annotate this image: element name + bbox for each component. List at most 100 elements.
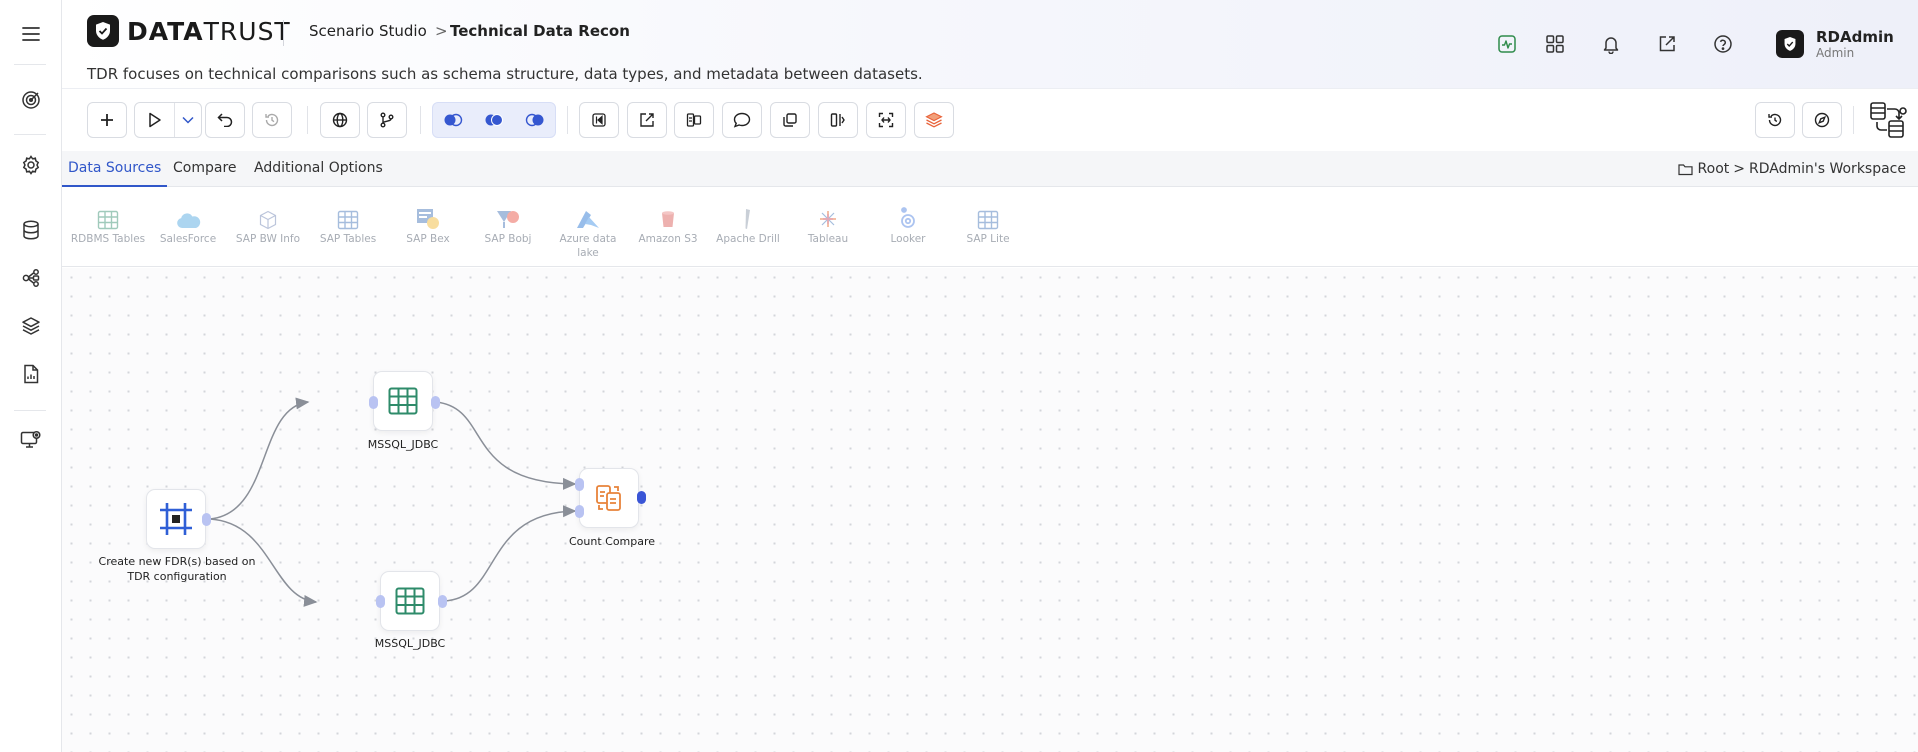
breadcrumb-parent[interactable]: Scenario Studio — [309, 22, 427, 40]
node-mssql-bottom[interactable] — [380, 571, 440, 631]
table-icon — [70, 204, 146, 230]
toolbar — [62, 89, 1918, 151]
tab-compare[interactable]: Compare — [167, 151, 243, 187]
rail-divider — [14, 64, 46, 65]
stack-layers-button[interactable] — [914, 102, 954, 138]
port-out[interactable] — [637, 491, 646, 504]
bobj-icon — [470, 204, 546, 230]
tab-additional-options[interactable]: Additional Options — [248, 151, 389, 187]
copy-button[interactable] — [770, 102, 810, 138]
header-divider — [283, 20, 284, 46]
node-label-mssql-top: MSSQL_JDBC — [367, 438, 439, 451]
toolbar-divider — [1853, 106, 1854, 134]
palette-rdbms-tables[interactable]: RDBMS Tables — [70, 204, 146, 246]
palette-amazon-s3[interactable]: Amazon S3 — [630, 204, 706, 246]
shield-logo-icon — [87, 15, 119, 47]
port-out[interactable] — [202, 513, 211, 526]
node-fdr-source[interactable] — [146, 489, 206, 549]
user-menu[interactable]: RDAdmin Admin — [1776, 28, 1894, 60]
rail-divider — [14, 410, 46, 411]
menu-icon[interactable] — [16, 19, 46, 49]
port-in[interactable] — [369, 396, 378, 409]
palette-sap-lite[interactable]: SAP Lite — [950, 204, 1026, 246]
apps-grid-icon[interactable] — [1541, 30, 1569, 58]
toolbar-divider — [567, 106, 568, 134]
external-link-icon[interactable] — [1653, 30, 1681, 58]
compass-button[interactable] — [1802, 102, 1842, 138]
cloud-icon — [150, 204, 226, 230]
monitor-cog-icon[interactable] — [16, 425, 46, 455]
datatrust-logo[interactable]: DATATRUST — [87, 15, 291, 47]
branch-button[interactable] — [367, 102, 407, 138]
palette-looker[interactable]: Looker — [870, 204, 946, 246]
workspace-breadcrumb[interactable]: Root > RDAdmin's Workspace — [1677, 151, 1906, 187]
port-in[interactable] — [376, 595, 385, 608]
report-file-icon[interactable] — [16, 359, 46, 389]
drill-icon — [710, 204, 786, 230]
bell-icon[interactable] — [1597, 30, 1625, 58]
history-button[interactable] — [252, 102, 292, 138]
add-button[interactable] — [87, 102, 127, 138]
join-inner-icon[interactable] — [474, 103, 515, 137]
breadcrumb-current: Technical Data Recon — [450, 22, 630, 40]
breadcrumb-separator: > — [435, 22, 448, 40]
node-label-fdr-source: Create new FDR(s) based on TDR configura… — [98, 555, 256, 583]
looker-icon — [870, 204, 946, 230]
globe-button[interactable] — [320, 102, 360, 138]
palette-azure-data-lake[interactable]: Azure data lake — [550, 204, 626, 260]
database-compare-icon[interactable] — [1868, 100, 1908, 140]
edge-source-to-top — [209, 397, 310, 520]
join-right-icon[interactable] — [514, 103, 555, 137]
workflow-edges — [209, 397, 577, 607]
left-rail — [0, 0, 62, 752]
palette-apache-drill[interactable]: Apache Drill — [710, 204, 786, 246]
comment-button[interactable] — [722, 102, 762, 138]
palette-sap-bobj[interactable]: SAP Bobj — [470, 204, 546, 246]
palette-salesforce[interactable]: SalesForce — [150, 204, 226, 246]
restore-button[interactable] — [1755, 102, 1795, 138]
palette-sap-bw-info[interactable]: SAP BW Info — [230, 204, 306, 246]
frame-grid-icon — [160, 503, 192, 535]
s3-icon — [630, 204, 706, 230]
settings-icon[interactable] — [16, 150, 46, 180]
undo-button[interactable] — [205, 102, 245, 138]
database-icon[interactable] — [16, 215, 46, 245]
run-button[interactable] — [135, 103, 175, 137]
chevron-down-icon[interactable] — [175, 103, 201, 137]
palette-sap-bex[interactable]: SAP Bex — [390, 204, 466, 246]
workspace-root[interactable]: Root — [1698, 152, 1730, 186]
user-name: RDAdmin — [1816, 28, 1894, 46]
rail-divider — [14, 134, 46, 135]
logo-text: DATATRUST — [127, 16, 291, 46]
palette-sap-tables[interactable]: SAP Tables — [310, 204, 386, 246]
help-icon[interactable] — [1709, 30, 1737, 58]
app-header: DATATRUST Scenario Studio > Technical Da… — [62, 0, 1918, 89]
workspace-name[interactable]: RDAdmin's Workspace — [1749, 152, 1906, 186]
scan-button[interactable] — [866, 102, 906, 138]
layers-icon[interactable] — [16, 311, 46, 341]
page-description: TDR focuses on technical comparisons suc… — [87, 65, 923, 83]
swap-button[interactable] — [674, 102, 714, 138]
node-count-compare[interactable] — [579, 468, 639, 528]
port-out[interactable] — [431, 396, 440, 409]
graph-nodes-icon[interactable] — [16, 263, 46, 293]
workflow-canvas[interactable]: Create new FDR(s) based on TDR configura… — [62, 268, 1918, 752]
compare-columns-button[interactable] — [818, 102, 858, 138]
join-left-icon[interactable] — [433, 103, 474, 137]
tab-data-sources[interactable]: Data Sources — [62, 151, 168, 187]
port-in[interactable] — [575, 505, 584, 518]
first-button[interactable] — [579, 102, 619, 138]
data-source-palette: RDBMS Tables SalesForce SAP BW Info SAP … — [62, 188, 1918, 267]
join-type-group — [432, 102, 556, 138]
activity-icon[interactable] — [1493, 30, 1521, 58]
target-icon[interactable] — [16, 85, 46, 115]
table-icon — [950, 204, 1026, 230]
port-in[interactable] — [575, 478, 584, 491]
table-icon — [310, 204, 386, 230]
palette-tableau[interactable]: Tableau — [790, 204, 866, 246]
open-external-button[interactable] — [627, 102, 667, 138]
port-out[interactable] — [438, 595, 447, 608]
edge-bottom-to-compare — [443, 505, 577, 602]
node-mssql-top[interactable] — [373, 371, 433, 431]
bex-icon — [390, 204, 466, 230]
